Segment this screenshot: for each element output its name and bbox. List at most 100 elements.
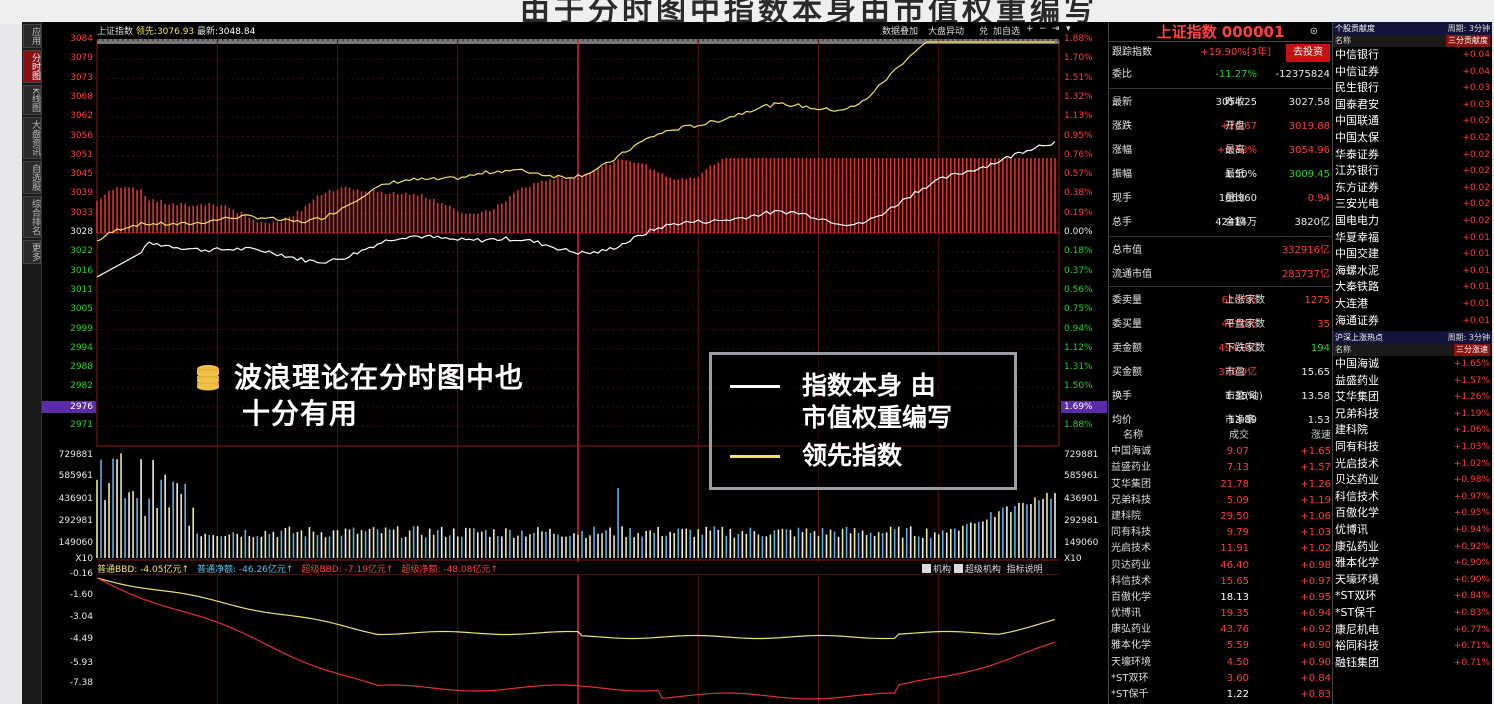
list-item[interactable]: 中信证券 +0.04 [1333, 64, 1492, 81]
sidebar-tab[interactable]: 应用 [23, 24, 41, 48]
list-item[interactable]: 建科院 29.50 +1.06 [1109, 509, 1333, 525]
bbd-tick: -3.04 [69, 612, 93, 622]
sidebar-tab[interactable]: K线图 [23, 85, 41, 115]
col-contribution[interactable]: 三分贡献度 [1446, 35, 1490, 47]
list-item[interactable]: 中信银行 +0.04 [1333, 47, 1492, 64]
list-item[interactable]: 贝达药业 46.40 +0.98 [1109, 558, 1333, 574]
stock-name: 天壕环境 [1335, 572, 1379, 586]
list-item[interactable]: 百傲化学 +0.95% [1333, 505, 1492, 522]
list-item[interactable]: 同有科技 9.79 +1.03 [1109, 525, 1333, 541]
dropdown-icon[interactable]: ▾ [1066, 24, 1071, 34]
list-item[interactable]: 东方证券 +0.02 [1333, 180, 1492, 197]
list-item[interactable]: 光启技术 11.91 +1.02 [1109, 541, 1333, 557]
list-item[interactable]: 中国海诚 9.07 +1.65 [1109, 444, 1333, 460]
quote-value2: 3027.58 [1288, 97, 1330, 108]
check-jigou[interactable]: 机构 [933, 565, 951, 575]
list-item[interactable]: *ST双环 3.60 +0.84 [1109, 671, 1333, 687]
period-selector-2[interactable]: 周期: 3分钟 [1448, 331, 1490, 344]
sidebar-tab[interactable]: 大盘资讯 [23, 116, 41, 159]
list-item[interactable]: 艾华集团 +1.26% [1333, 389, 1492, 406]
list-item[interactable]: 艾华集团 21.78 +1.26 [1109, 477, 1333, 493]
list-item[interactable]: 国电电力 +0.02 [1333, 213, 1492, 230]
settings-icon[interactable]: ⊙ [1310, 22, 1318, 42]
quote-label: 总市值 [1112, 245, 1142, 256]
invest-button[interactable]: 去投资 [1286, 44, 1330, 62]
timeshare-chart[interactable]: 上证指数 领先:3076.93 最新:3048.84 数据叠加 大盘异动 兑加自选 +… [42, 22, 1108, 704]
list-item[interactable]: 大连港 +0.01 [1333, 296, 1492, 313]
list-item[interactable]: 益盛药业 7.13 +1.57 [1109, 460, 1333, 476]
list-item[interactable]: 江苏银行 +0.02 [1333, 163, 1492, 180]
list-item[interactable]: 海螺水泥 +0.01 [1333, 263, 1492, 280]
slide-header: 由于分时图中指数本身由市值权重编写 [0, 0, 1494, 24]
list-item[interactable]: 天壕环境 +0.90% [1333, 572, 1492, 589]
list-item[interactable]: 民生银行 +0.03 [1333, 80, 1492, 97]
list-item[interactable]: 雅本化学 5.59 +0.90 [1109, 638, 1333, 654]
indicator-explain-link[interactable]: 指标说明 [1007, 565, 1043, 575]
list-item[interactable]: 国泰君安 +0.03 [1333, 97, 1492, 114]
list-item[interactable]: 雅本化学 +0.90% [1333, 555, 1492, 572]
list-item[interactable]: 中国太保 +0.02 [1333, 130, 1492, 147]
period-selector[interactable]: 周期: 3分钟 [1448, 22, 1490, 35]
list-item[interactable]: 康尼机电 +0.77% [1333, 622, 1492, 639]
list-item[interactable]: 科信技术 +0.97% [1333, 489, 1492, 506]
list-item[interactable]: 科信技术 15.65 +0.97 [1109, 574, 1333, 590]
col-speed[interactable]: 三分涨速 [1454, 344, 1490, 357]
stock-price: 19.35 [1220, 608, 1249, 620]
list-item[interactable]: 裕同科技 +0.71% [1333, 638, 1492, 655]
check-icon[interactable] [922, 564, 931, 573]
price-tick: 3028 [70, 227, 93, 237]
quote-label: 振幅 [1112, 169, 1132, 180]
zoom-in-icon[interactable]: + [1026, 24, 1034, 34]
stock-change: +0.95% [1453, 508, 1490, 519]
sidebar-tab[interactable]: 自选股 [23, 160, 41, 194]
list-item[interactable]: *ST保千 1.22 +0.83 [1109, 687, 1333, 703]
pct-tick: 0.57% [1064, 169, 1093, 180]
jump-icon[interactable]: ⇥ [1052, 24, 1060, 34]
list-item[interactable]: 兄弟科技 5.09 +1.19 [1109, 493, 1333, 509]
list-item[interactable]: 优博讯 +0.94% [1333, 522, 1492, 539]
stock-name: 百傲化学 [1335, 506, 1379, 520]
list-item[interactable]: 天壕环境 4.50 +0.90 [1109, 655, 1333, 671]
sidebar-tab[interactable]: 综合排名 [23, 195, 41, 238]
list-item[interactable]: 康弘药业 +0.92% [1333, 539, 1492, 556]
list-head-speed[interactable]: 涨速 [1311, 428, 1331, 444]
list-item[interactable]: 大秦铁路 +0.01 [1333, 279, 1492, 296]
list-item[interactable]: 华夏幸福 +0.01 [1333, 230, 1492, 247]
stock-name: 建科院 [1111, 510, 1141, 522]
list-item[interactable]: 华泰证券 +0.02 [1333, 147, 1492, 164]
chart-toolbar-button[interactable]: 大盘异动 [928, 24, 964, 37]
check-chaoji[interactable]: 超级机构 [965, 565, 1001, 575]
list-item[interactable]: 建科院 +1.06% [1333, 422, 1492, 439]
list-item[interactable]: 中国联通 +0.02 [1333, 113, 1492, 130]
stock-change: +0.90% [1453, 574, 1490, 585]
list-item[interactable]: 同有科技 +1.03% [1333, 439, 1492, 456]
sidebar-tab[interactable]: 更多 [23, 239, 41, 264]
chart-toolbar-button[interactable]: 加自选 [993, 24, 1020, 37]
list-item[interactable]: 中国海诚 +1.65% [1333, 356, 1492, 373]
list-item[interactable]: *ST双环 +0.84% [1333, 588, 1492, 605]
sidebar-tab[interactable]: 分时图 [23, 50, 41, 83]
list-item[interactable]: 康弘药业 43.76 +0.92 [1109, 622, 1333, 638]
stock-name: 中国海诚 [1111, 446, 1151, 458]
list-item[interactable]: 融钰集团 +0.71% [1333, 655, 1492, 672]
stock-change: +0.71% [1453, 657, 1490, 668]
bbd-normal-line [96, 577, 1056, 640]
chart-toolbar-button[interactable]: 数据叠加 [882, 24, 918, 37]
zoom-out-icon[interactable]: − [1039, 24, 1047, 34]
list-item[interactable]: 光启技术 +1.02% [1333, 456, 1492, 473]
quote-label2: 昨收 [1225, 97, 1245, 108]
list-item[interactable]: 兄弟科技 +1.19% [1333, 406, 1492, 423]
list-item[interactable]: 中国交建 +0.01 [1333, 246, 1492, 263]
list-item[interactable]: 优博讯 19.35 +0.94 [1109, 606, 1333, 622]
list-item[interactable]: 三安光电 +0.02 [1333, 196, 1492, 213]
list-item[interactable]: 海通证券 +0.01 [1333, 313, 1492, 330]
chart-toolbar-button[interactable]: 兑 [979, 24, 988, 37]
check-icon[interactable] [953, 564, 963, 573]
list-item[interactable]: 贝达药业 +0.98% [1333, 472, 1492, 489]
list-item[interactable]: *ST保千 +0.83% [1333, 605, 1492, 622]
quote-value2: 194 [1310, 343, 1330, 354]
price-tick: 2999 [70, 323, 93, 334]
list-item[interactable]: 益盛药业 +1.57% [1333, 373, 1492, 390]
price-tick: 3039 [70, 188, 93, 199]
list-item[interactable]: 百傲化学 18.13 +0.95 [1109, 590, 1333, 606]
